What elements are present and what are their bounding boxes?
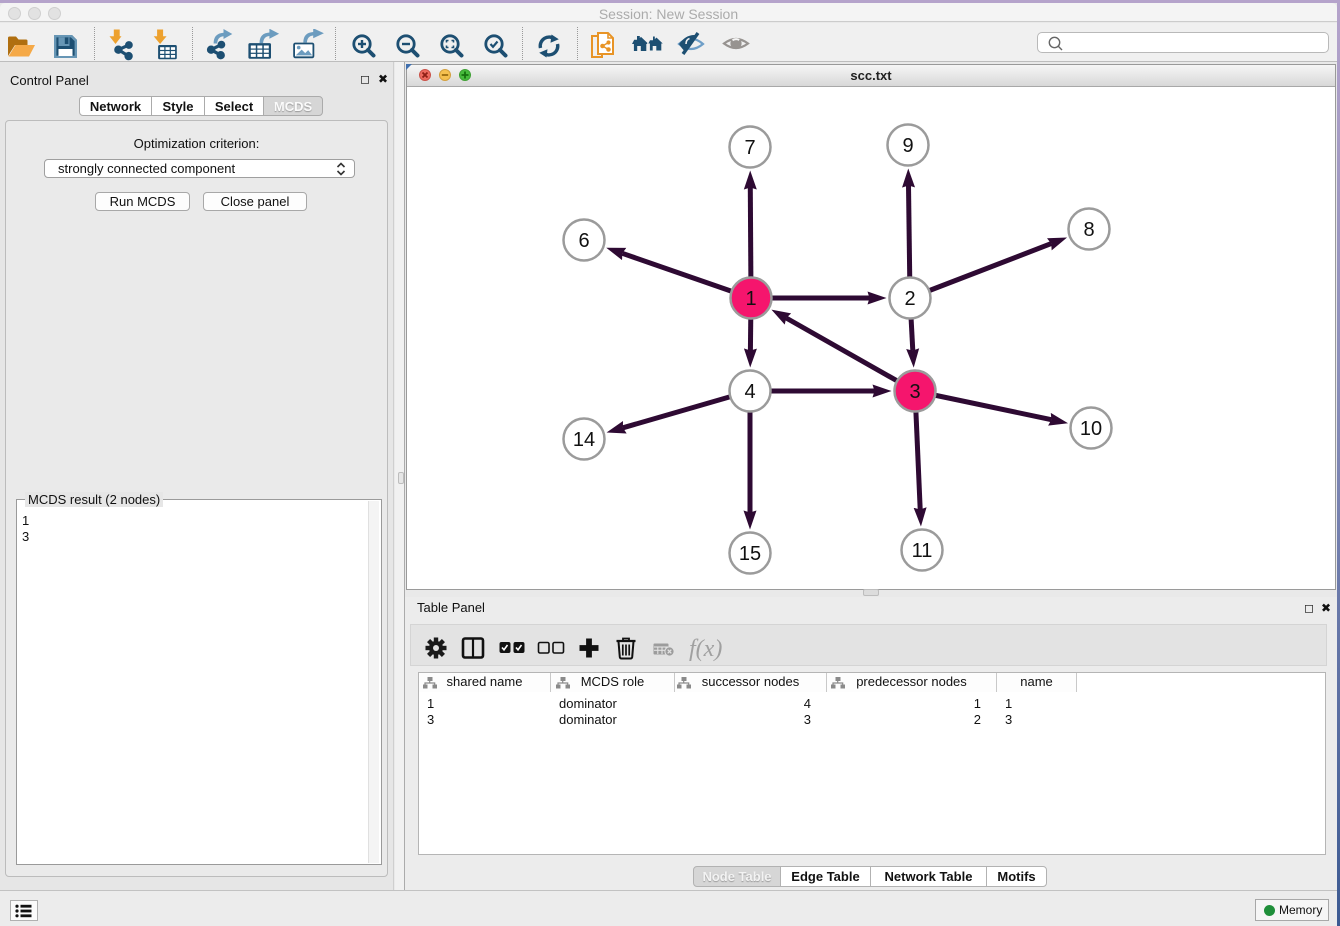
svg-text:8: 8 bbox=[1083, 219, 1094, 241]
svg-text:1: 1 bbox=[745, 288, 756, 310]
svg-text:2: 2 bbox=[904, 288, 915, 310]
svg-text:3: 3 bbox=[909, 381, 920, 403]
svg-text:6: 6 bbox=[578, 230, 589, 252]
svg-text:4: 4 bbox=[744, 381, 755, 403]
svg-text:f(x): f(x) bbox=[689, 636, 722, 662]
svg-text:10: 10 bbox=[1080, 418, 1102, 440]
svg-text:9: 9 bbox=[902, 135, 913, 157]
svg-text:11: 11 bbox=[912, 540, 933, 562]
svg-text:7: 7 bbox=[744, 137, 755, 159]
svg-text:14: 14 bbox=[573, 429, 595, 451]
svg-text:15: 15 bbox=[739, 543, 761, 565]
